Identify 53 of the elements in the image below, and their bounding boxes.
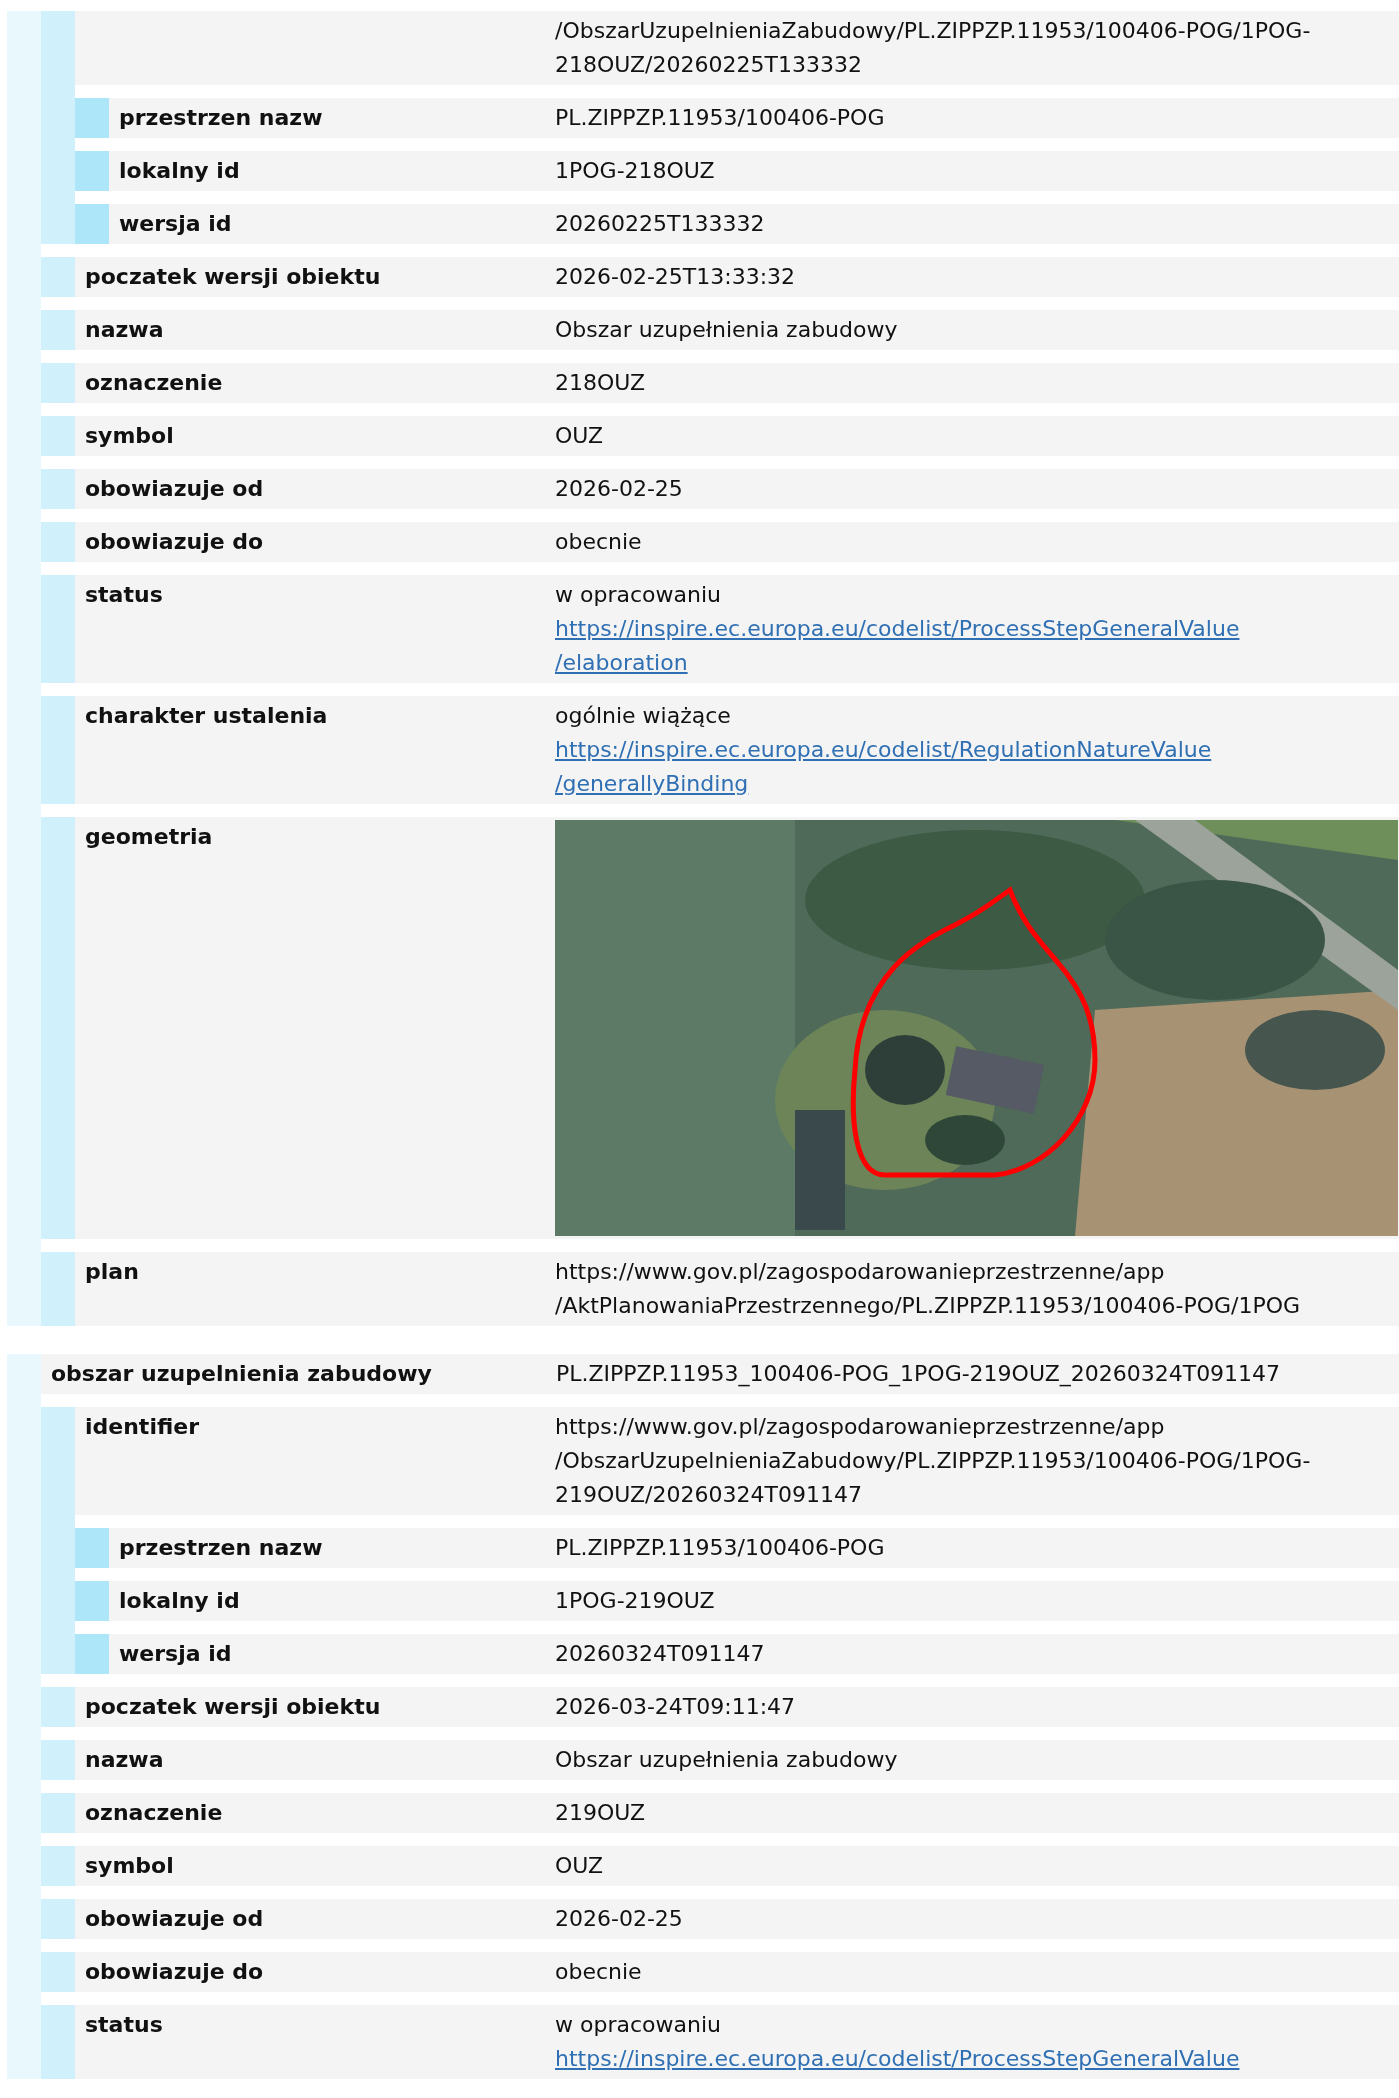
property-label: status bbox=[85, 582, 163, 607]
property-value: obecnie bbox=[555, 528, 642, 556]
property-label: nazwa bbox=[85, 1747, 164, 1772]
property-label: plan bbox=[85, 1259, 139, 1284]
property-label: lokalny id bbox=[119, 158, 240, 183]
property-value: 1POG-218OUZ bbox=[555, 157, 715, 185]
property-label: status bbox=[85, 2012, 163, 2037]
property-label: symbol bbox=[85, 1853, 174, 1878]
property-value: 2026-02-25 bbox=[555, 475, 683, 503]
property-value: 218OUZ bbox=[555, 369, 646, 397]
property-value: ogólnie wiążące bbox=[555, 702, 731, 730]
property-label: geometria bbox=[85, 824, 213, 849]
property-label: nazwa bbox=[85, 317, 164, 342]
property-label: oznaczenie bbox=[85, 1800, 223, 1825]
property-value: obecnie bbox=[555, 1958, 642, 1986]
property-label: obszar uzupelnienia zabudowy bbox=[51, 1361, 432, 1386]
property-value: 219OUZ bbox=[555, 1799, 646, 1827]
property-value: https://www.gov.pl/zagospodarowanieprzestrzenne/app /ObszarUzupelnieniaZabudowy/PL.ZIPPZP.11953/100406-POG/1POG- 219OUZ/20260324T091147 bbox=[555, 1413, 1311, 1509]
property-label: charakter ustalenia bbox=[85, 703, 328, 728]
property-value: w opracowaniu bbox=[555, 2011, 721, 2039]
property-label: obowiazuje do bbox=[85, 529, 264, 554]
property-value: 2026-03-24T09:11:47 bbox=[555, 1693, 796, 1721]
link[interactable]: https://inspire.ec.europa.eu/codelist/RegulationNatureValue /generallyBinding bbox=[555, 733, 1212, 801]
property-label: obowiazuje od bbox=[85, 476, 264, 501]
property-label: oznaczenie bbox=[85, 370, 223, 395]
link[interactable]: https://inspire.ec.europa.eu/codelist/ProcessStepGeneralValue bbox=[555, 2042, 1240, 2076]
property-label: przestrzen nazw bbox=[119, 105, 323, 130]
property-label: obowiazuje do bbox=[85, 1959, 264, 1984]
property-label: poczatek wersji obiektu bbox=[85, 1694, 381, 1719]
property-label: wersja id bbox=[119, 211, 232, 236]
link[interactable]: https://inspire.ec.europa.eu/codelist/ProcessStepGeneralValue /elaboration bbox=[555, 612, 1240, 680]
property-value: OUZ bbox=[555, 1852, 604, 1880]
property-value: 1POG-219OUZ bbox=[555, 1587, 715, 1615]
property-value: /ObszarUzupelnieniaZabudowy/PL.ZIPPZP.11953/100406-POG/1POG- 218OUZ/20260225T133332 bbox=[555, 17, 1311, 79]
property-label: wersja id bbox=[119, 1641, 232, 1666]
property-value: PL.ZIPPZP.11953_100406-POG_1POG-219OUZ_20260324T091147 bbox=[556, 1360, 1281, 1389]
property-value: 2026-02-25T13:33:32 bbox=[555, 263, 796, 291]
property-label: przestrzen nazw bbox=[119, 1535, 323, 1560]
property-value: 20260324T091147 bbox=[555, 1640, 765, 1668]
property-value: PL.ZIPPZP.11953/100406-POG bbox=[555, 104, 885, 132]
property-value: 20260225T133332 bbox=[555, 210, 765, 238]
property-value: https://www.gov.pl/zagospodarowanieprzestrzenne/app /AktPlanowaniaPrzestrzennego/PL.ZIPPZP.11953/100406-POG/1POG bbox=[555, 1258, 1301, 1320]
property-label: symbol bbox=[85, 423, 174, 448]
property-value: Obszar uzupełnienia zabudowy bbox=[555, 1746, 898, 1774]
property-label: obowiazuje od bbox=[85, 1906, 264, 1931]
property-value: 2026-02-25 bbox=[555, 1905, 683, 1933]
property-label: lokalny id bbox=[119, 1588, 240, 1613]
property-value: PL.ZIPPZP.11953/100406-POG bbox=[555, 1534, 885, 1562]
property-label: identifier bbox=[85, 1414, 199, 1439]
property-value: OUZ bbox=[555, 422, 604, 450]
property-label: poczatek wersji obiektu bbox=[85, 264, 381, 289]
property-value: Obszar uzupełnienia zabudowy bbox=[555, 316, 898, 344]
property-value: w opracowaniu bbox=[555, 581, 721, 609]
